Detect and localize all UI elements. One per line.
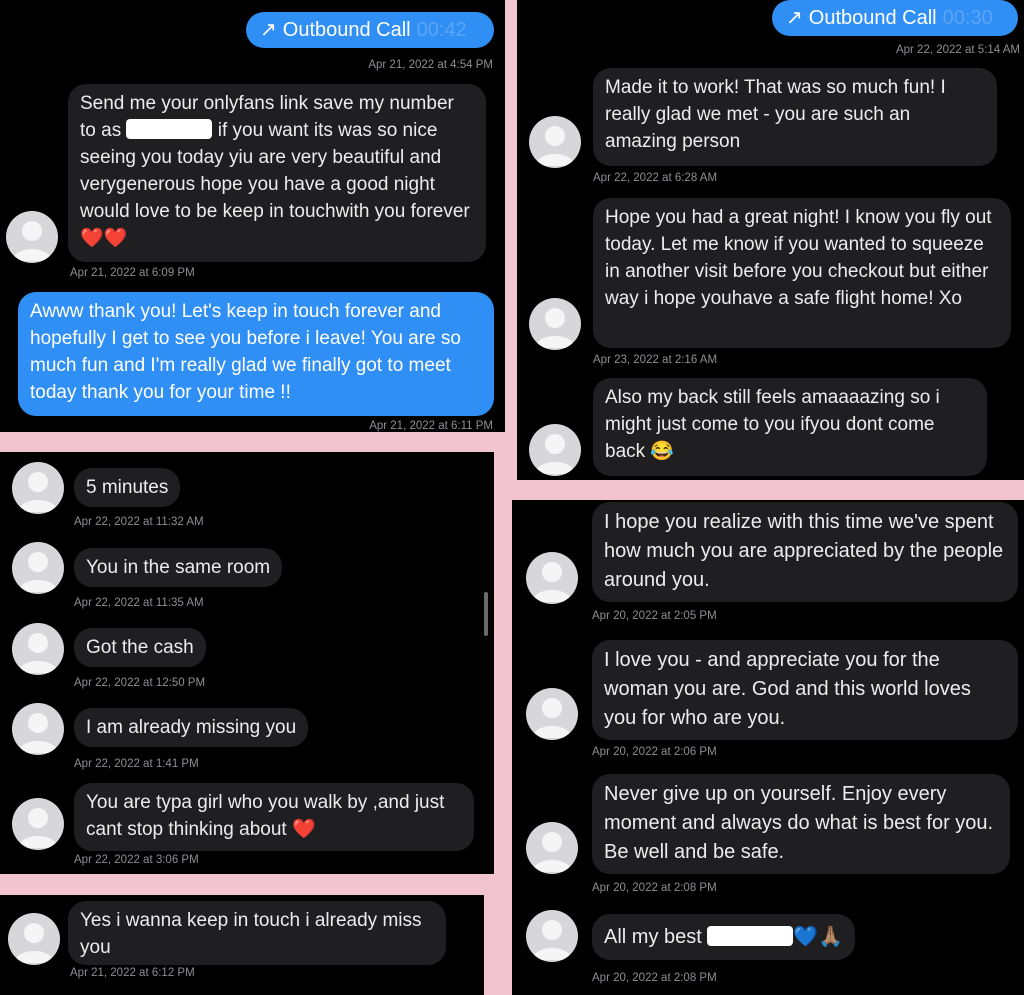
timestamp: Apr 22, 2022 at 1:41 PM — [74, 758, 199, 770]
incoming-message[interactable]: I hope you realize with this time we've … — [592, 502, 1018, 602]
message-text: I hope you realize with this time we've … — [604, 511, 1004, 591]
redaction-mark — [707, 926, 794, 946]
contact-avatar-icon[interactable] — [12, 623, 64, 675]
contact-avatar-icon[interactable] — [8, 913, 60, 965]
message-text: You in the same room — [86, 557, 271, 578]
timestamp: Apr 22, 2022 at 11:32 AM — [74, 516, 204, 528]
contact-avatar-icon[interactable] — [529, 424, 581, 476]
incoming-message[interactable]: 5 minutes — [74, 468, 181, 507]
call-label: Outbound Call — [808, 7, 937, 29]
message-text: I love you - and appreciate you for the … — [604, 649, 971, 729]
contact-avatar-icon[interactable] — [12, 798, 64, 850]
incoming-message[interactable]: Got the cash — [74, 628, 206, 667]
timestamp: Apr 21, 2022 at 4:54 PM — [368, 59, 493, 71]
outgoing-message[interactable]: Awww thank you! Let's keep in touch fore… — [18, 292, 494, 416]
redaction-mark — [126, 119, 213, 139]
incoming-message[interactable]: All my best 💙🙏🏽 — [592, 914, 856, 960]
blue-heart-pray-emoji: 💙🙏🏽 — [793, 926, 844, 948]
conversation-panel-2: ↗ Outbound Call 00:30 Apr 22, 2022 at 5:14… — [517, 0, 1024, 480]
message-text: 5 minutes — [86, 477, 169, 498]
contact-avatar-icon[interactable] — [526, 688, 578, 740]
message-text: Hope you had a great night! I know you f… — [605, 207, 992, 309]
message-text: You are typa girl who you walk by ,and j… — [86, 792, 445, 840]
outbound-call-bubble[interactable]: ↗ Outbound Call 00:42 — [246, 12, 494, 48]
timestamp: Apr 22, 2022 at 5:14 AM — [895, 44, 1020, 56]
conversation-panel-5: I hope you realize with this time we've … — [512, 500, 1024, 995]
outbound-call-arrow-icon: ↗ — [260, 19, 277, 41]
timestamp: Apr 20, 2022 at 2:05 PM — [592, 610, 717, 622]
incoming-message[interactable]: Hope you had a great night! I know you f… — [593, 198, 1011, 348]
incoming-message[interactable]: Made it to work! That was so much fun! I… — [593, 68, 997, 166]
conversation-panel-4: Yes i wanna keep in touch i already miss… — [0, 895, 484, 995]
incoming-message[interactable]: Send me your onlyfans link save my numbe… — [68, 84, 486, 262]
scrollbar[interactable] — [484, 592, 488, 636]
message-text: I am already missing you — [86, 717, 297, 738]
message-text: Never give up on yourself. Enjoy every m… — [604, 783, 994, 863]
contact-avatar-icon[interactable] — [526, 552, 578, 604]
contact-avatar-icon[interactable] — [6, 211, 58, 263]
timestamp: Apr 21, 2022 at 6:09 PM — [70, 267, 195, 279]
contact-avatar-icon[interactable] — [12, 703, 64, 755]
incoming-message[interactable]: I love you - and appreciate you for the … — [592, 640, 1018, 740]
conversation-panel-3: 5 minutes Apr 22, 2022 at 11:32 AM You i… — [0, 452, 494, 874]
incoming-message[interactable]: Also my back still feels amaaaazing so i… — [593, 378, 987, 476]
outbound-call-bubble[interactable]: ↗ Outbound Call 00:30 — [772, 0, 1018, 36]
contact-avatar-icon[interactable] — [12, 462, 64, 514]
timestamp: Apr 22, 2022 at 3:06 PM — [74, 854, 199, 866]
outbound-call-arrow-icon: ↗ — [786, 7, 803, 29]
incoming-message[interactable]: You are typa girl who you walk by ,and j… — [74, 783, 474, 851]
call-duration: 00:42 — [416, 19, 467, 41]
incoming-message[interactable]: You in the same room — [74, 548, 283, 587]
contact-avatar-icon[interactable] — [529, 116, 581, 168]
contact-avatar-icon[interactable] — [526, 822, 578, 874]
timestamp: Apr 22, 2022 at 6:28 AM — [593, 172, 718, 184]
message-text: Awww thank you! Let's keep in touch fore… — [30, 301, 461, 403]
message-text: Yes i wanna keep in touch i already miss… — [80, 910, 422, 958]
timestamp: Apr 20, 2022 at 2:08 PM — [592, 882, 717, 894]
contact-avatar-icon[interactable] — [529, 298, 581, 350]
call-duration: 00:30 — [942, 7, 993, 29]
message-text: Made it to work! That was so much fun! I… — [605, 77, 946, 152]
laughing-emoji: 😂 — [650, 441, 675, 462]
message-text: All my best — [604, 926, 708, 948]
conversation-panel-1: ↗ Outbound Call 00:42 Apr 21, 2022 at 4:54… — [0, 0, 505, 432]
heart-emoji: ❤️ — [291, 819, 316, 840]
timestamp: Apr 22, 2022 at 11:35 AM — [74, 597, 204, 609]
call-label: Outbound Call — [282, 19, 411, 41]
timestamp: Apr 21, 2022 at 6:12 PM — [70, 967, 195, 979]
timestamp: Apr 23, 2022 at 2:16 AM — [593, 354, 718, 366]
timestamp: Apr 20, 2022 at 2:06 PM — [592, 746, 717, 758]
incoming-message[interactable]: I am already missing you — [74, 708, 309, 747]
timestamp: Apr 20, 2022 at 2:08 PM — [592, 972, 717, 984]
contact-avatar-icon[interactable] — [526, 910, 578, 962]
timestamp: Apr 21, 2022 at 6:11 PM — [369, 420, 493, 432]
incoming-message[interactable]: Never give up on yourself. Enjoy every m… — [592, 774, 1010, 874]
incoming-message[interactable]: Yes i wanna keep in touch i already miss… — [68, 901, 446, 965]
timestamp: Apr 22, 2022 at 12:50 PM — [74, 677, 206, 689]
message-text: Got the cash — [86, 637, 194, 658]
contact-avatar-icon[interactable] — [12, 542, 64, 594]
heart-emoji: ❤️❤️ — [80, 228, 128, 249]
